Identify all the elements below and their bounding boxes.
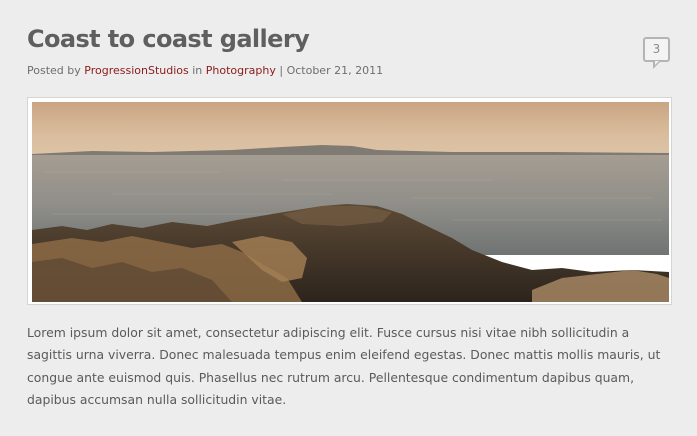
category-link[interactable]: Photography	[206, 64, 276, 77]
post-excerpt: Lorem ipsum dolor sit amet, consectetur …	[27, 325, 661, 407]
coastline-photo	[32, 102, 669, 302]
in-label: in	[192, 64, 203, 77]
comment-count: 3	[652, 42, 661, 56]
post-meta: Posted by ProgressionStudios in Photogra…	[27, 64, 383, 78]
post-title[interactable]: Coast to coast gallery	[27, 22, 310, 56]
comment-count-bubble[interactable]: 3	[643, 37, 670, 69]
meta-separator: |	[279, 64, 284, 77]
posted-by-label: Posted by	[27, 64, 81, 77]
speech-bubble-tail-inner	[655, 61, 659, 65]
post-date: October 21, 2011	[286, 64, 384, 77]
featured-image-frame[interactable]	[27, 97, 672, 305]
author-link[interactable]: ProgressionStudios	[84, 64, 188, 77]
